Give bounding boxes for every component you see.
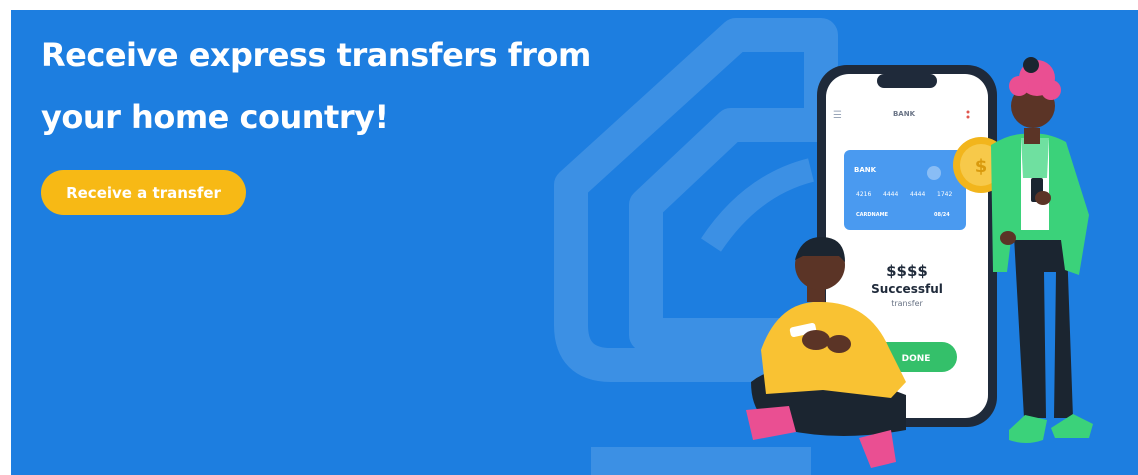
transfer-status-sub: transfer xyxy=(891,299,923,308)
transfer-amount: $$$$ xyxy=(886,262,928,280)
card-expiry: 08/24 xyxy=(934,212,950,218)
card-holder: CARDNAME xyxy=(856,212,889,218)
hero-banner: Receive express transfers from your home … xyxy=(11,10,1138,475)
hero-illustration: ☰ BANK BANK 4216 4444 4444 1742 CARDNAME… xyxy=(554,18,1093,475)
done-label: DONE xyxy=(902,354,931,364)
card-number-3: 4444 xyxy=(910,191,925,198)
menu-icon: ☰ xyxy=(833,110,842,121)
card-number-4: 1742 xyxy=(937,191,952,198)
transfer-status: Successful xyxy=(871,282,943,296)
card-number-2: 4444 xyxy=(883,191,898,198)
card-number-1: 4216 xyxy=(856,191,871,198)
woman-character xyxy=(991,57,1093,443)
phone-header-label: BANK xyxy=(893,110,916,118)
bank-card xyxy=(844,150,966,230)
svg-text:$: $ xyxy=(975,156,988,177)
card-bank-label: BANK xyxy=(854,166,877,174)
